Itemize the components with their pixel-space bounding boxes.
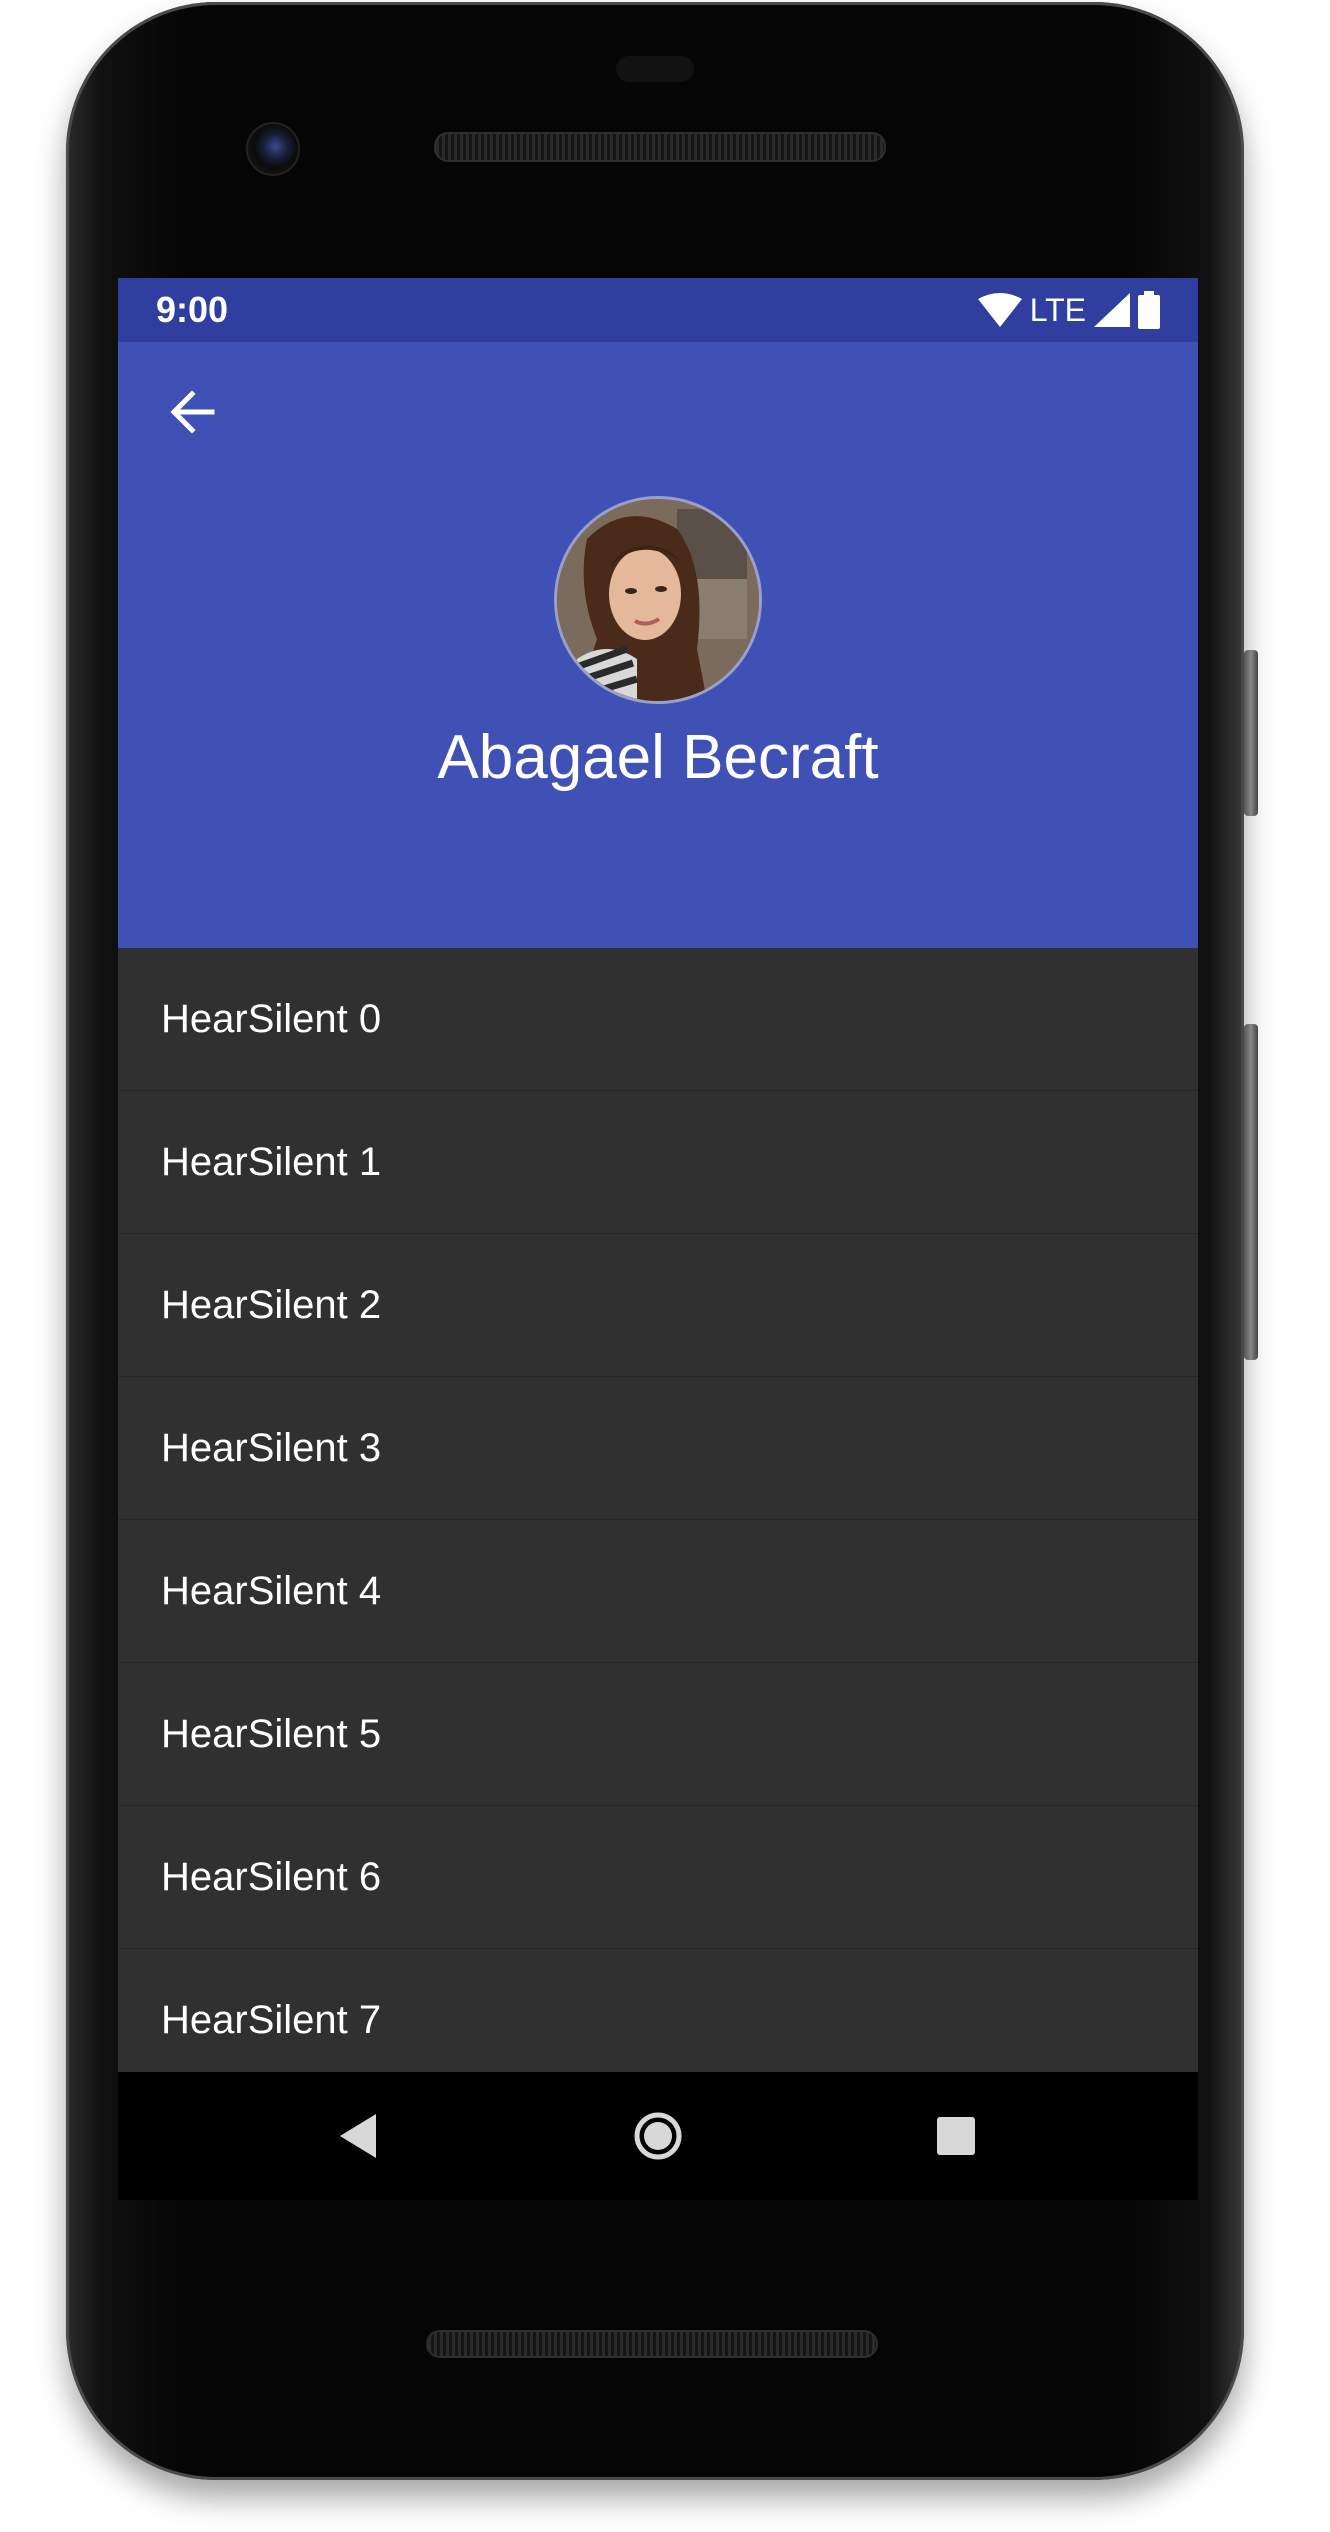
status-icons: LTE: [977, 288, 1160, 332]
nav-back-button[interactable]: [318, 2096, 398, 2176]
earpiece-speaker: [434, 132, 886, 162]
list-item-label: HearSilent 4: [161, 1569, 382, 1613]
avatar: [554, 496, 762, 704]
list-item-label: HearSilent 6: [161, 1855, 382, 1899]
list-item[interactable]: HearSilent 0: [118, 948, 1198, 1091]
status-time: 9:00: [156, 289, 229, 330]
list-item-label: HearSilent 2: [161, 1283, 382, 1327]
volume-button: [1244, 1024, 1258, 1360]
profile-header: Abagael Becraft: [118, 342, 1198, 948]
list-item-label: HearSilent 7: [161, 1998, 382, 2042]
arrow-back-icon: [170, 390, 215, 434]
nav-home-button[interactable]: [618, 2096, 698, 2176]
list-item-label: HearSilent 0: [161, 997, 382, 1041]
profile-name: Abagael Becraft: [437, 723, 879, 792]
battery-icon: [1138, 291, 1160, 329]
list-item[interactable]: HearSilent 1: [118, 1091, 1198, 1234]
proximity-sensor: [616, 56, 694, 82]
nav-overview-button[interactable]: [916, 2096, 996, 2176]
power-button: [1244, 650, 1258, 816]
list-item[interactable]: HearSilent 5: [118, 1663, 1198, 1806]
wifi-icon: [977, 293, 1022, 327]
list-item[interactable]: HearSilent 7: [118, 1949, 1198, 2072]
back-button[interactable]: [162, 382, 222, 442]
overview-square-icon: [937, 2117, 975, 2155]
navigation-bar: [118, 2072, 1198, 2200]
home-circle-icon: [634, 2112, 682, 2160]
bottom-speaker: [426, 2330, 878, 2358]
back-triangle-icon: [340, 2114, 376, 2158]
item-list: HearSilent 0 HearSilent 1 HearSilent 2 H…: [118, 948, 1198, 2072]
list-item[interactable]: HearSilent 4: [118, 1520, 1198, 1663]
list-item[interactable]: HearSilent 3: [118, 1377, 1198, 1520]
list-item-label: HearSilent 3: [161, 1426, 382, 1470]
network-type: LTE: [1029, 292, 1086, 328]
list-item[interactable]: HearSilent 6: [118, 1806, 1198, 1949]
front-camera: [246, 122, 300, 176]
screen: 9:00 LTE Abagael Becraft HearSilent 0 He…: [118, 278, 1198, 2072]
list-item-label: HearSilent 1: [161, 1140, 382, 1184]
profile-photo: [557, 499, 759, 701]
list-item[interactable]: HearSilent 2: [118, 1234, 1198, 1377]
list-item-label: HearSilent 5: [161, 1712, 382, 1756]
signal-icon: [1094, 293, 1130, 327]
status-bar: 9:00 LTE: [118, 278, 1198, 342]
